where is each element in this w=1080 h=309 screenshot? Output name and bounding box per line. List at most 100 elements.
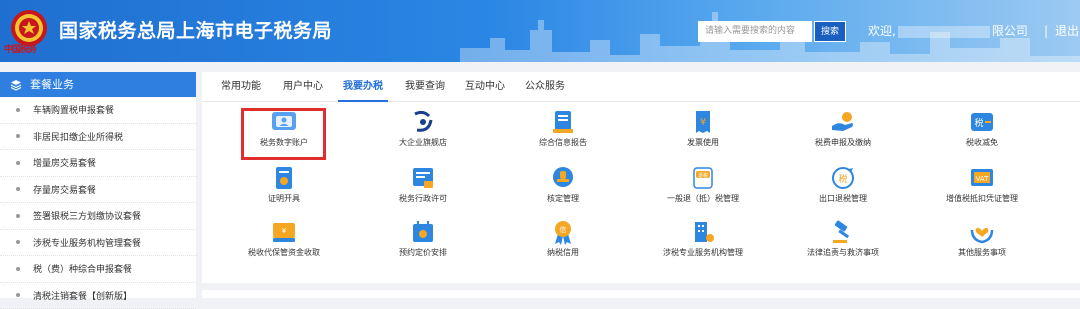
fund-custody-icon: ¥	[270, 218, 298, 246]
function-label: 税收代保管资金收取	[229, 248, 339, 258]
function-label: 法律追责与救济事项	[788, 248, 898, 258]
refund-icon: 退税	[689, 164, 717, 192]
function-label: 一般退（抵）税管理	[648, 194, 758, 204]
sidebar-item-label: 车辆购置税申报套餐	[33, 103, 114, 116]
welcome-prefix: 欢迎,	[868, 24, 896, 38]
tab-interaction[interactable]: 互动中心	[460, 72, 510, 102]
tab-query[interactable]: 我要查询	[400, 72, 450, 102]
bullet-icon	[16, 108, 20, 112]
function-label: 出口退税管理	[788, 194, 898, 204]
bullet-icon	[16, 161, 20, 165]
stamp-icon	[549, 164, 577, 192]
svg-text:¥: ¥	[282, 227, 287, 235]
sidebar-title: 套餐业务	[30, 72, 74, 97]
bullet-icon	[16, 267, 20, 271]
bullet-icon	[16, 134, 20, 138]
svg-text:退税: 退税	[698, 172, 708, 179]
heart-hands-icon	[968, 218, 996, 246]
export-refund-icon: 税	[829, 164, 857, 192]
function-invoice[interactable]: ¥ 发票使用	[648, 108, 758, 160]
tab-tax-handling[interactable]: 我要办税	[338, 72, 388, 102]
function-general-refund[interactable]: 退税 一般退（抵）税管理	[648, 164, 758, 216]
function-legal-remedy[interactable]: 法律追责与救济事项	[788, 218, 898, 270]
tab-bar: 常用功能 用户中心 我要办税 我要查询 互动中心 公众服务	[202, 72, 1080, 102]
welcome-text: 欢迎, 限公司	[868, 22, 1028, 40]
sidebar-item-label: 税（费）种综合申报套餐	[33, 262, 132, 275]
redacted-company-name	[898, 26, 990, 38]
sidebar-item[interactable]: 增量房交易套餐	[0, 150, 196, 177]
svg-text:¥: ¥	[700, 117, 706, 128]
function-label: 核定管理	[508, 194, 618, 204]
sidebar-item[interactable]: 清税注销套餐【创新版】	[0, 283, 196, 309]
function-pricing-arrangement[interactable]: 预约定价安排	[368, 218, 478, 270]
function-certificate[interactable]: 证明开具	[229, 164, 339, 216]
function-tax-filing[interactable]: 税费申报及缴纳	[788, 108, 898, 160]
bullet-icon	[16, 293, 20, 297]
tax-emblem-icon	[10, 8, 48, 48]
bullet-icon	[16, 240, 20, 244]
credit-medal-icon: 信	[549, 218, 577, 246]
tax-filing-icon	[829, 108, 857, 136]
function-export-refund[interactable]: 税 出口退税管理	[788, 164, 898, 216]
sidebar-item-label: 非居民扣缴企业所得税	[33, 130, 123, 143]
bullet-icon	[16, 214, 20, 218]
search-button[interactable]: 搜索	[814, 21, 846, 42]
svg-text:税: 税	[974, 117, 983, 129]
function-label: 综合信息报告	[508, 138, 618, 148]
function-other-services[interactable]: 其他服务事项	[927, 218, 1037, 270]
function-tax-relief[interactable]: 税 税收减免	[927, 108, 1037, 160]
sidebar-item-label: 清税注销套餐【创新版】	[33, 289, 132, 302]
sidebar-item-label: 涉税专业服务机构管理套餐	[33, 236, 141, 249]
sidebar-item-label: 签署银税三方划缴协议套餐	[33, 209, 141, 222]
sidebar-header[interactable]: 套餐业务	[0, 72, 196, 97]
highlight-frame	[241, 108, 326, 160]
function-label: 增值税抵扣凭证管理	[927, 194, 1037, 204]
agency-building-icon	[689, 218, 717, 246]
sidebar: 套餐业务 车辆购置税申报套餐 非居民扣缴企业所得税 增量房交易套餐 存量房交易套…	[0, 72, 196, 298]
function-label: 大企业旗舰店	[368, 138, 478, 148]
sidebar-item[interactable]: 税（费）种综合申报套餐	[0, 256, 196, 283]
function-info-report[interactable]: 综合信息报告	[508, 108, 618, 160]
sidebar-item-label: 增量房交易套餐	[33, 156, 96, 169]
report-icon	[549, 108, 577, 136]
function-vat-voucher[interactable]: VAT 增值税抵扣凭证管理	[927, 164, 1037, 216]
top-banner: 中国税务 国家税务总局上海市电子税务局 请输入需要搜索的内容 搜索 欢迎,限公司…	[0, 0, 1080, 62]
sidebar-item[interactable]: 存量房交易套餐	[0, 177, 196, 204]
sidebar-item[interactable]: 签署银税三方划缴协议套餐	[0, 203, 196, 230]
certificate-icon	[270, 164, 298, 192]
tab-user-center[interactable]: 用户中心	[278, 72, 328, 102]
gavel-icon	[829, 218, 857, 246]
search-input[interactable]: 请输入需要搜索的内容	[698, 21, 812, 42]
function-label: 预约定价安排	[368, 248, 478, 258]
function-label: 其他服务事项	[927, 248, 1037, 258]
svg-text:税: 税	[838, 173, 847, 185]
tax-relief-icon: 税	[968, 108, 996, 136]
function-label: 税费申报及缴纳	[788, 138, 898, 148]
function-tax-credit[interactable]: 信 纳税信用	[508, 218, 618, 270]
enterprise-logo-icon	[409, 108, 437, 136]
svg-text:信: 信	[560, 225, 567, 234]
site-title: 国家税务总局上海市电子税务局	[59, 18, 332, 44]
sidebar-item[interactable]: 涉税专业服务机构管理套餐	[0, 230, 196, 257]
logout-link[interactable]: 退出	[1055, 22, 1079, 40]
license-icon	[409, 164, 437, 192]
function-label: 税收减免	[927, 138, 1037, 148]
function-verification[interactable]: 核定管理	[508, 164, 618, 216]
sidebar-item-label: 存量房交易套餐	[33, 183, 96, 196]
function-enterprise-store[interactable]: 大企业旗舰店	[368, 108, 478, 160]
welcome-suffix: 限公司	[992, 24, 1028, 38]
function-label: 涉税专业服务机构管理	[648, 248, 758, 258]
invoice-icon: ¥	[689, 108, 717, 136]
bullet-icon	[16, 187, 20, 191]
sidebar-item[interactable]: 车辆购置税申报套餐	[0, 97, 196, 124]
tab-public-service[interactable]: 公众服务	[520, 72, 570, 102]
pricing-calendar-icon	[409, 218, 437, 246]
function-admin-license[interactable]: 税务行政许可	[368, 164, 478, 216]
tab-common[interactable]: 常用功能	[216, 72, 266, 102]
lower-panel	[202, 290, 1080, 298]
function-label: 发票使用	[648, 138, 758, 148]
function-fund-custody[interactable]: ¥ 税收代保管资金收取	[229, 218, 339, 270]
header-separator: |	[1044, 22, 1048, 40]
sidebar-item[interactable]: 非居民扣缴企业所得税	[0, 124, 196, 151]
function-agency-management[interactable]: 涉税专业服务机构管理	[648, 218, 758, 270]
